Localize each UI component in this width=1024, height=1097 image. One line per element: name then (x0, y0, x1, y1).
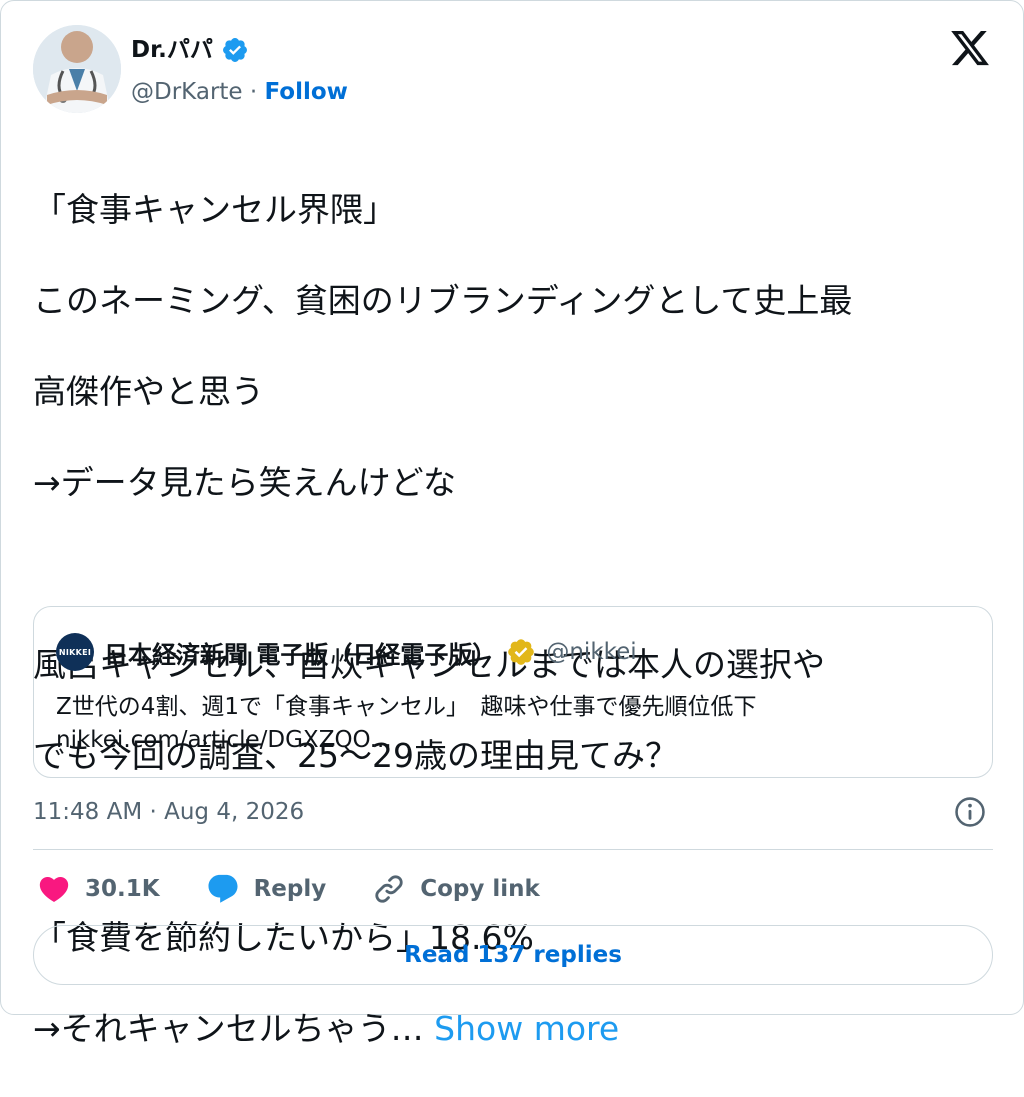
copy-link-button[interactable]: Copy link (372, 872, 540, 906)
quoted-article-link[interactable]: nikkei.com/article/DGXZQO... (56, 727, 392, 753)
copy-link-label: Copy link (420, 876, 540, 902)
tweet-timestamp[interactable]: 11:48 AM · Aug 4, 2026 (33, 797, 304, 827)
quoted-article-title: Z世代の4割、週1で「食事キャンセル」 趣味や仕事で優先順位低下 (56, 694, 757, 720)
author-handle[interactable]: @DrKarte (131, 79, 243, 105)
nikkei-avatar[interactable]: NIKKEI (56, 633, 94, 671)
x-logo-icon[interactable] (949, 27, 991, 69)
tweet-line: 高傑作やと思う (33, 371, 264, 411)
verified-badge-icon (222, 38, 247, 62)
action-bar: 30.1K Reply Copy link (37, 867, 586, 911)
tweet-line (33, 824, 983, 870)
quoted-tweet-header: NIKKEI 日本経済新聞 電子版（日経電子版） @nikkei (56, 633, 637, 671)
read-replies-button[interactable]: Read 137 replies (33, 925, 993, 985)
like-count: 30.1K (85, 876, 160, 902)
quoted-author-name[interactable]: 日本経済新聞 電子版（日経電子版） (104, 635, 496, 670)
tweet-line: 「食事キャンセル界隈」 (33, 189, 396, 229)
tweet-line-truncated: →それキャンセルちゃう… (33, 1008, 424, 1048)
quoted-author-handle[interactable]: @nikkei (546, 639, 636, 665)
reply-label: Reply (253, 876, 327, 902)
link-icon (375, 875, 403, 903)
tweet-line: →データ見たら笑えんけどな (33, 462, 456, 502)
tweet-last-line: →それキャンセルちゃう… Show more (33, 1006, 983, 1052)
follow-button[interactable]: Follow (265, 79, 348, 105)
footer-divider (33, 849, 993, 850)
tweet-line (33, 551, 983, 597)
tweet-line: このネーミング、貧困のリブランディングとして史上最 (33, 280, 853, 320)
reply-button[interactable]: Reply (206, 872, 327, 906)
reply-bubble-icon (208, 874, 238, 903)
info-icon[interactable] (953, 795, 987, 829)
quoted-tweet-card[interactable]: NIKKEI 日本経済新聞 電子版（日経電子版） @nikkei Z世代の4割、… (33, 606, 993, 778)
tweet-card: Dr.パパ @DrKarte · Follow 「食事キャンセル界隈」 このネー… (0, 0, 1024, 1048)
heart-icon (39, 876, 69, 902)
author-handle-line: @DrKarte · Follow (131, 77, 348, 107)
show-more-link[interactable]: Show more (434, 1009, 619, 1048)
like-button[interactable]: 30.1K (37, 872, 160, 906)
author-name-row[interactable]: Dr.パパ (131, 35, 249, 65)
author-avatar[interactable] (33, 25, 121, 113)
gold-verified-badge-icon (508, 639, 535, 665)
separator-dot: · (249, 79, 258, 105)
author-name[interactable]: Dr.パパ (131, 35, 213, 65)
